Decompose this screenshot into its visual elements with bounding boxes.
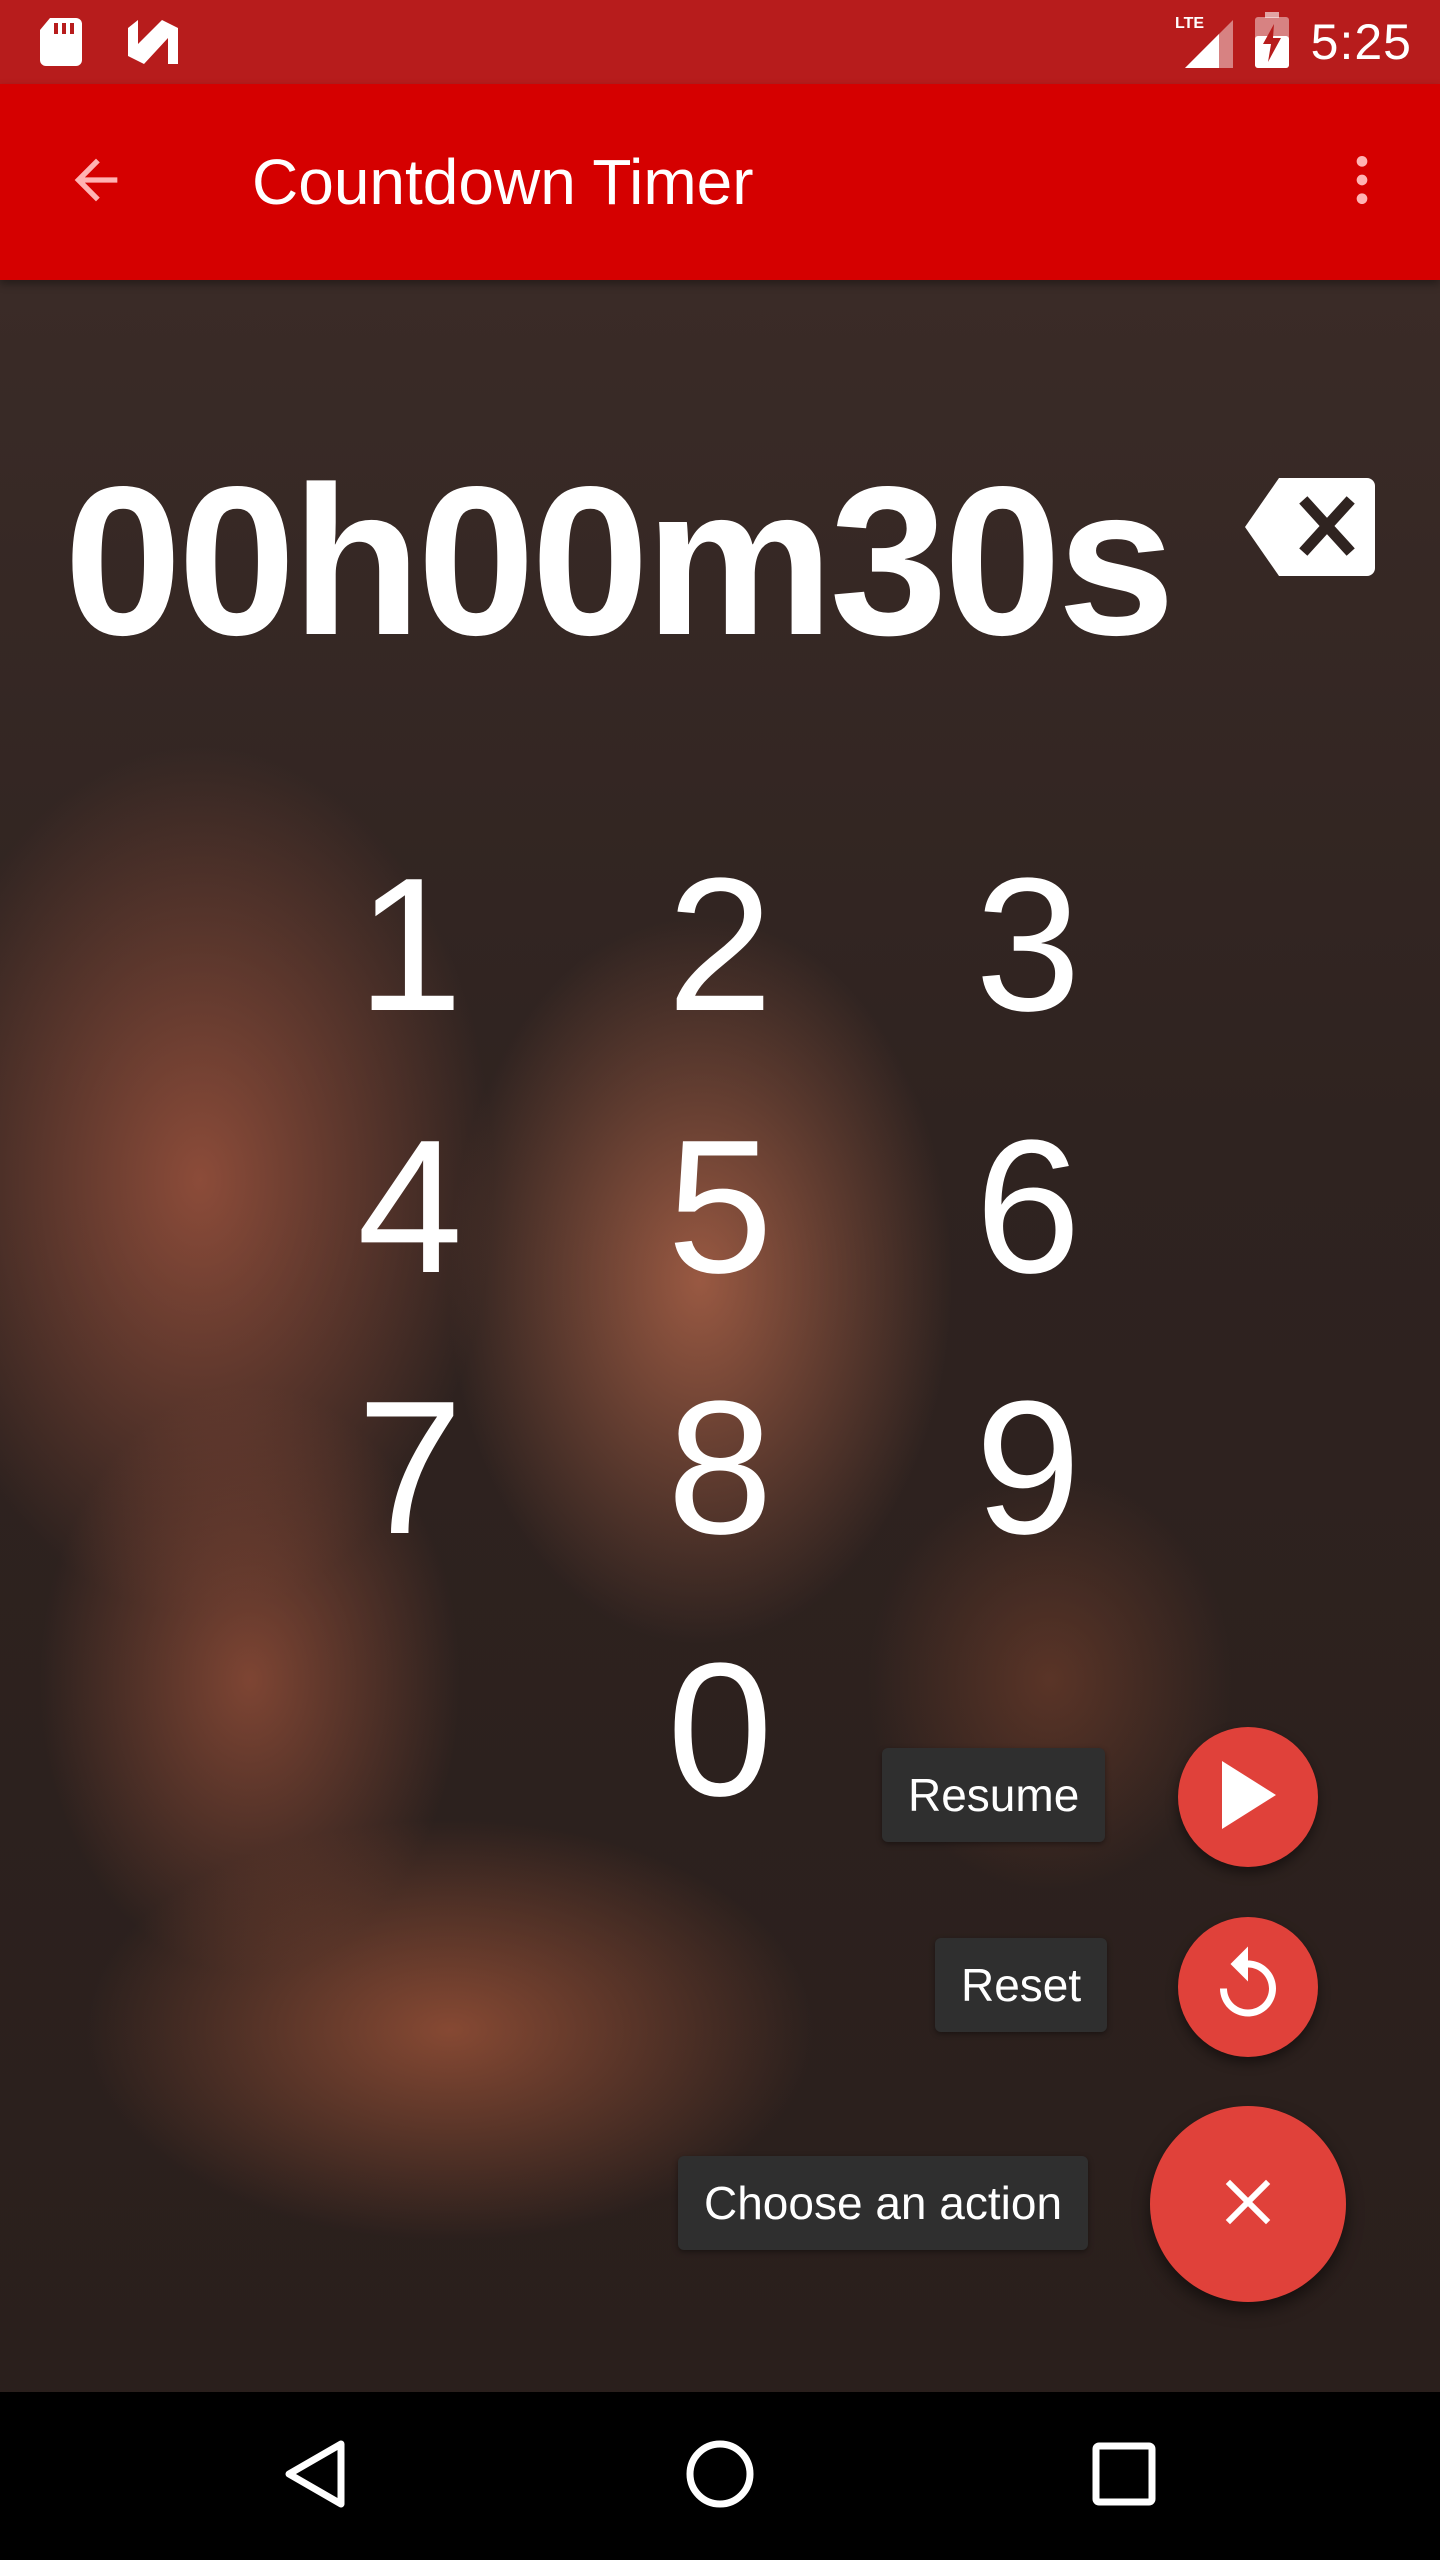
reset-label[interactable]: Reset: [935, 1938, 1108, 2032]
close-icon: [1224, 2178, 1272, 2230]
status-time: 5:25: [1310, 14, 1412, 70]
key-4[interactable]: 4: [310, 1107, 510, 1307]
back-triangle-icon: [281, 2438, 351, 2514]
back-button[interactable]: [56, 142, 136, 222]
backspace-icon: [1245, 478, 1375, 580]
reset-icon: [1206, 1943, 1290, 2031]
choose-action-label[interactable]: Choose an action: [678, 2156, 1089, 2250]
key-3[interactable]: 3: [928, 845, 1128, 1045]
key-0[interactable]: 0: [620, 1630, 820, 1830]
key-1[interactable]: 1: [310, 845, 510, 1045]
play-icon: [1216, 1759, 1280, 1835]
app-n-icon: [128, 20, 180, 68]
key-9[interactable]: 9: [928, 1368, 1128, 1568]
nav-recents-button[interactable]: [1074, 2426, 1174, 2526]
resume-button[interactable]: [1178, 1727, 1318, 1867]
recents-square-icon: [1092, 2442, 1156, 2510]
more-vert-icon: [1330, 148, 1394, 216]
nav-home-button[interactable]: [670, 2426, 770, 2526]
overflow-menu-button[interactable]: [1322, 142, 1402, 222]
backspace-button[interactable]: [1245, 478, 1375, 576]
key-6[interactable]: 6: [928, 1107, 1128, 1307]
reset-button[interactable]: [1178, 1917, 1318, 2057]
app-bar: Countdown Timer: [0, 84, 1440, 280]
key-8[interactable]: 8: [620, 1368, 820, 1568]
timer-display: 00h00m30s: [64, 442, 1175, 679]
nav-back-button[interactable]: [266, 2426, 366, 2526]
arrow-back-icon: [64, 148, 128, 216]
timer-content: 00h00m30s 1 2 3 4 5 6 7 8 9 0 Resume Res…: [0, 280, 1440, 2392]
sd-card-icon: [40, 18, 82, 70]
screen: LTE 5:25 Countdown Timer 00h00m30s 1 2 3…: [0, 0, 1440, 2560]
key-5[interactable]: 5: [620, 1107, 820, 1307]
svg-text:LTE: LTE: [1175, 15, 1204, 32]
battery-charging-icon: [1254, 12, 1289, 72]
status-bar: LTE 5:25: [0, 0, 1440, 84]
resume-label[interactable]: Resume: [882, 1748, 1106, 1842]
action-menu-button[interactable]: [1150, 2106, 1346, 2302]
key-2[interactable]: 2: [620, 845, 820, 1045]
lte-signal-icon: LTE: [1175, 12, 1233, 72]
page-title: Countdown Timer: [252, 146, 754, 218]
navigation-bar: [0, 2392, 1440, 2560]
key-7[interactable]: 7: [310, 1368, 510, 1568]
home-circle-icon: [684, 2438, 756, 2514]
